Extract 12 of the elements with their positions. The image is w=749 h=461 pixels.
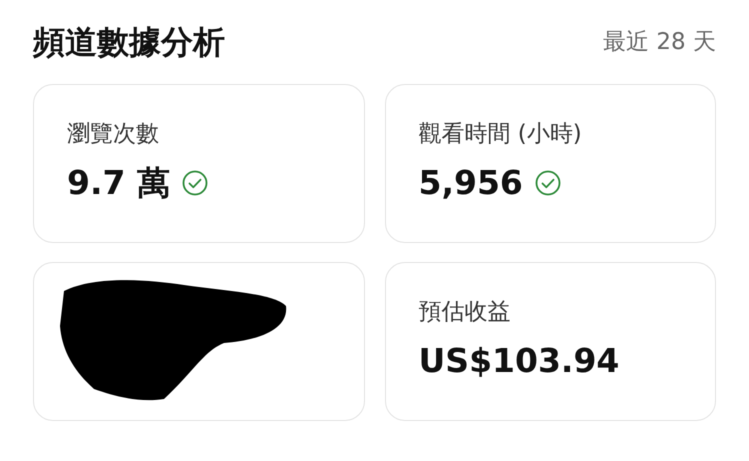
metric-label: 瀏覽次數	[67, 120, 160, 149]
metric-value: 5,956	[418, 163, 523, 203]
metric-card[interactable]: 觀看時間 (小時) 5,956	[384, 84, 716, 243]
metric-card[interactable]: 預估收益 US$103.94	[384, 262, 716, 421]
metric-label: 預估收益	[418, 298, 512, 327]
metric-label: 觀看時間 (小時)	[418, 120, 583, 149]
metric-card[interactable]: 瀏覽次數 9.7 萬	[33, 84, 364, 243]
metric-card[interactable]	[33, 262, 364, 421]
period-label: 最近 28 天	[603, 28, 716, 57]
metric-value: US$103.94	[418, 341, 620, 381]
section-title: 頻道數據分析	[33, 22, 225, 63]
metric-value: 9.7 萬	[67, 163, 170, 203]
